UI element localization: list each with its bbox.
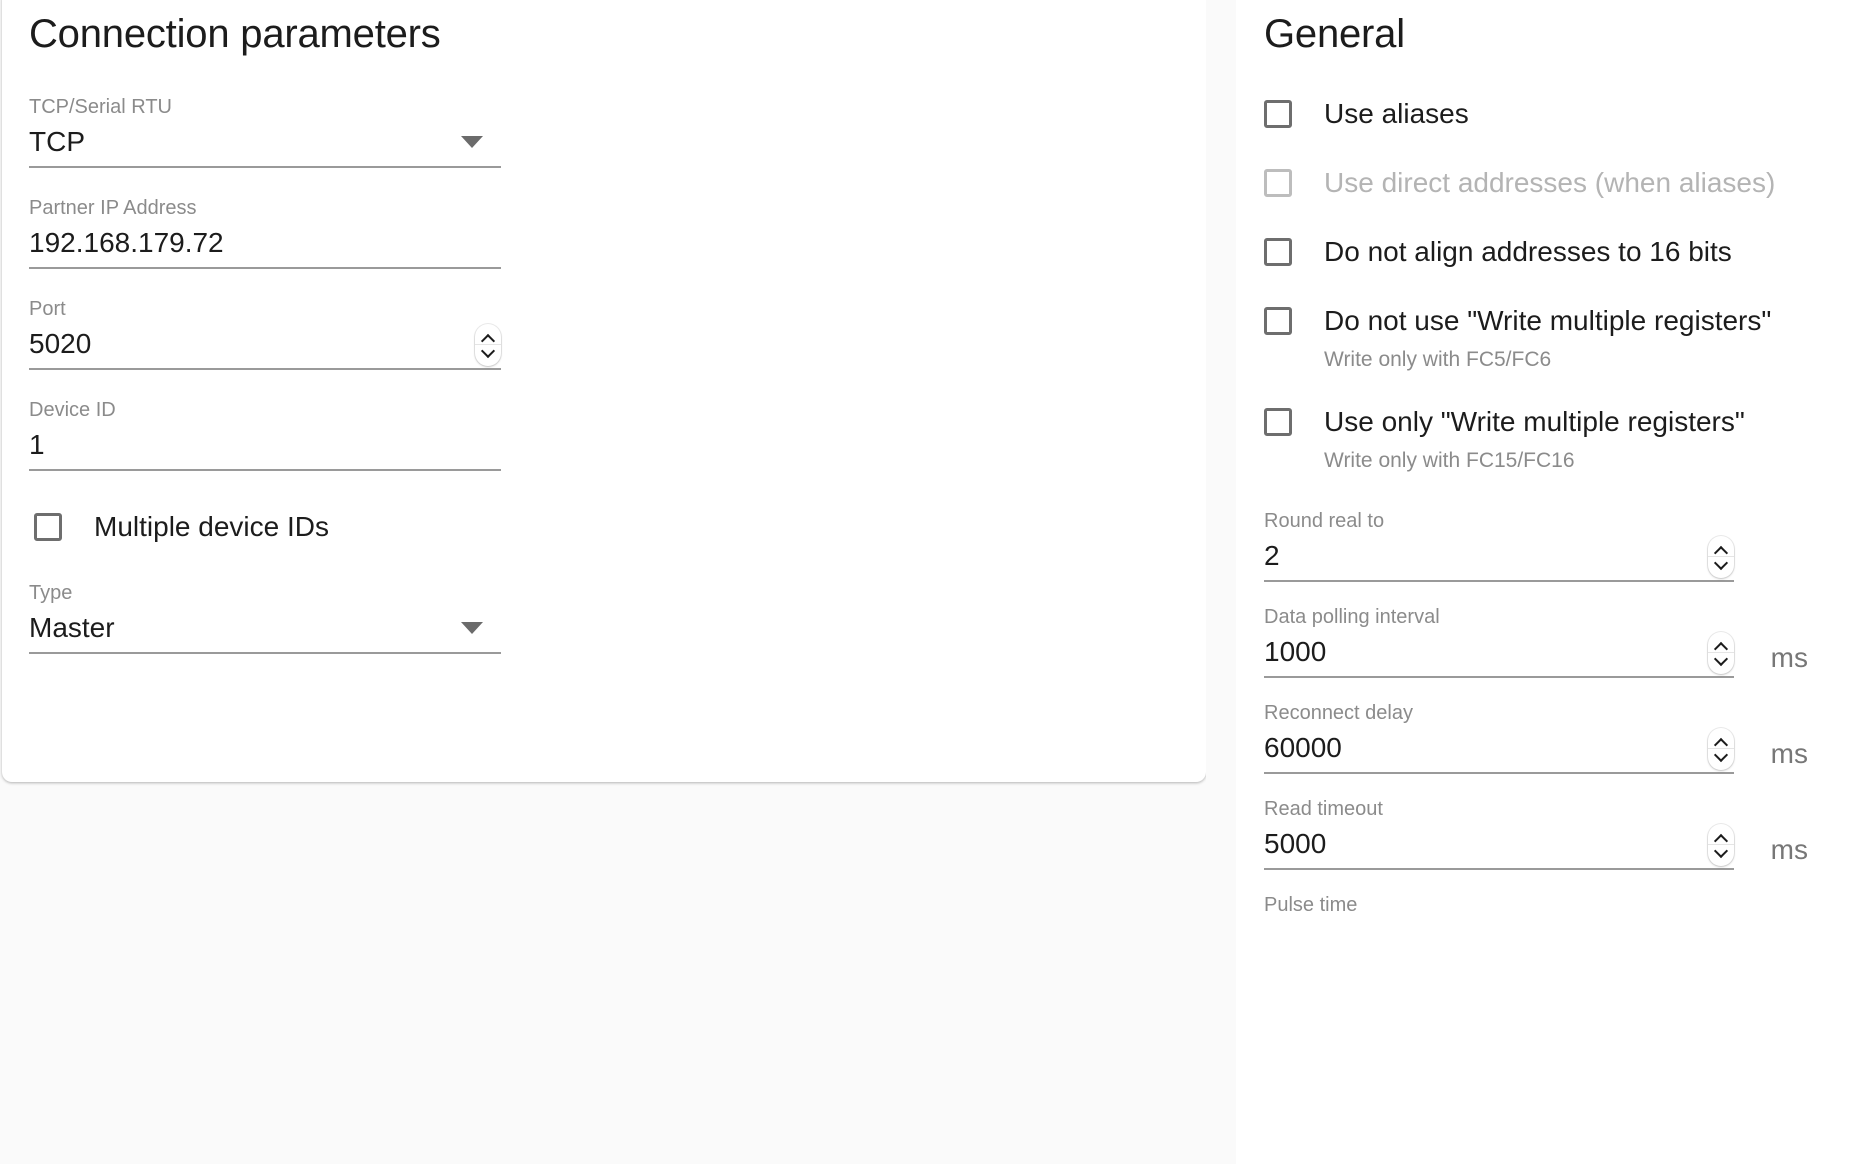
field-label-reconnect-delay: Reconnect delay	[1264, 702, 1413, 725]
field-label-data-polling-interval: Data polling interval	[1264, 606, 1440, 629]
chevron-up-icon[interactable]	[481, 334, 495, 343]
unit-read-timeout: ms	[1770, 834, 1808, 866]
field-round-real-to[interactable]: Round real to 2	[1264, 509, 1734, 583]
chevron-down-icon[interactable]	[461, 622, 483, 634]
chevron-down-icon[interactable]	[1714, 654, 1728, 663]
input-data-polling-interval[interactable]: 1000	[1264, 631, 1734, 679]
input-value-port: 5020	[29, 330, 92, 359]
input-value-read-timeout: 5000	[1264, 830, 1327, 860]
input-value-round-real-to: 2	[1264, 542, 1280, 572]
chevron-up-icon[interactable]	[1714, 834, 1728, 843]
panel-divider	[1206, 0, 1236, 1164]
chevron-down-icon[interactable]	[1714, 846, 1728, 855]
input-read-timeout[interactable]: 5000	[1264, 823, 1734, 871]
field-type[interactable]: Type Master	[29, 581, 501, 654]
checkbox-label-do-not-use-write-multiple-registers: Do not use "Write multiple registers"	[1324, 305, 1772, 336]
checkbox-label-use-aliases: Use aliases	[1324, 98, 1469, 129]
unit-data-polling-interval: ms	[1770, 642, 1808, 674]
input-port[interactable]: 5020	[29, 323, 501, 370]
chevron-down-icon[interactable]	[1714, 558, 1728, 567]
page-title: Connection parameters	[29, 12, 441, 56]
field-label-pulse-time: Pulse time	[1264, 894, 1358, 917]
select-value-type: Master	[29, 614, 115, 643]
field-port[interactable]: Port 5020	[29, 297, 501, 370]
round-real-to-stepper[interactable]	[1708, 535, 1734, 578]
field-label-partner-ip-address: Partner IP Address	[29, 197, 197, 219]
field-data-polling-interval[interactable]: Data polling interval 1000 ms	[1264, 605, 1808, 679]
input-device-id[interactable]: 1	[29, 425, 501, 471]
checkbox-hint-do-not-use-write-multiple-registers: Write only with FC5/FC6	[1324, 348, 1552, 371]
field-tcp-serial-rtu[interactable]: TCP/Serial RTU TCP	[29, 95, 501, 168]
input-value-data-polling-interval: 1000	[1264, 638, 1327, 668]
input-value-partner-ip-address: 192.168.179.72	[29, 229, 224, 258]
checkbox-label-multiple-device-ids: Multiple device IDs	[94, 511, 329, 542]
field-label-read-timeout: Read timeout	[1264, 798, 1383, 821]
connection-parameters-card: Connection parameters TCP/Serial RTU TCP…	[2, 0, 1206, 782]
field-reconnect-delay[interactable]: Reconnect delay 60000 ms	[1264, 701, 1808, 775]
input-value-reconnect-delay: 60000	[1264, 734, 1342, 764]
connection-parameters-content: Connection parameters TCP/Serial RTU TCP…	[29, 0, 1179, 654]
reconnect-delay-stepper[interactable]	[1708, 727, 1734, 770]
field-device-id[interactable]: Device ID 1	[29, 398, 501, 471]
chevron-down-icon[interactable]	[461, 136, 483, 148]
field-pulse-time[interactable]: Pulse time	[1264, 893, 1734, 920]
checkbox-multiple-device-ids[interactable]: Multiple device IDs	[29, 513, 1179, 541]
field-label-type: Type	[29, 582, 73, 604]
chevron-down-icon[interactable]	[1714, 750, 1728, 759]
checkbox-label-do-not-align-addresses: Do not align addresses to 16 bits	[1324, 236, 1732, 267]
select-tcp-serial-rtu[interactable]: TCP	[29, 122, 501, 168]
checkbox-hint-use-only-write-multiple-registers: Write only with FC15/FC16	[1324, 449, 1575, 473]
settings-screen: Connection parameters TCP/Serial RTU TCP…	[0, 0, 1868, 1164]
checkbox-do-not-align-addresses[interactable]: Do not align addresses to 16 bits	[1264, 238, 1864, 266]
field-partner-ip-address[interactable]: Partner IP Address 192.168.179.72	[29, 196, 501, 269]
input-partner-ip-address[interactable]: 192.168.179.72	[29, 223, 501, 269]
unit-reconnect-delay: ms	[1770, 738, 1808, 770]
checkbox-use-aliases[interactable]: Use aliases	[1264, 100, 1864, 128]
checkbox-box-multiple-device-ids[interactable]	[34, 513, 62, 541]
chevron-up-icon[interactable]	[1714, 642, 1728, 651]
general-settings-panel: General Use aliases Use direct addresses…	[1236, 0, 1868, 1164]
field-read-timeout[interactable]: Read timeout 5000 ms	[1264, 797, 1808, 871]
port-stepper[interactable]	[475, 323, 501, 366]
chevron-up-icon[interactable]	[1714, 738, 1728, 747]
field-label-round-real-to: Round real to	[1264, 510, 1385, 533]
field-label-device-id: Device ID	[29, 399, 116, 421]
read-timeout-stepper[interactable]	[1708, 823, 1734, 866]
input-reconnect-delay[interactable]: 60000	[1264, 727, 1734, 775]
checkbox-box-use-only-write-multiple-registers[interactable]	[1264, 408, 1292, 437]
field-label-port: Port	[29, 298, 66, 320]
select-type[interactable]: Master	[29, 608, 501, 654]
checkbox-label-use-only-write-multiple-registers: Use only "Write multiple registers"	[1324, 406, 1745, 438]
checkbox-use-direct-addresses: Use direct addresses (when aliases)	[1264, 169, 1864, 197]
input-round-real-to[interactable]: 2	[1264, 535, 1734, 583]
general-settings-content: General Use aliases Use direct addresses…	[1264, 0, 1864, 920]
data-polling-interval-stepper[interactable]	[1708, 631, 1734, 674]
checkbox-label-use-direct-addresses: Use direct addresses (when aliases)	[1324, 167, 1776, 198]
checkbox-do-not-use-write-multiple-registers[interactable]: Do not use "Write multiple registers" Wr…	[1264, 307, 1864, 372]
checkbox-box-use-direct-addresses	[1264, 169, 1292, 197]
checkbox-use-only-write-multiple-registers[interactable]: Use only "Write multiple registers" Writ…	[1264, 408, 1864, 473]
select-value-tcp-serial-rtu: TCP	[29, 128, 85, 157]
input-value-device-id: 1	[29, 431, 45, 460]
checkbox-box-do-not-align-addresses[interactable]	[1264, 238, 1292, 266]
checkbox-box-use-aliases[interactable]	[1264, 100, 1292, 128]
chevron-up-icon[interactable]	[1714, 546, 1728, 555]
field-label-tcp-serial-rtu: TCP/Serial RTU	[29, 96, 172, 118]
checkbox-box-do-not-use-write-multiple-registers[interactable]	[1264, 307, 1292, 335]
general-title: General	[1264, 12, 1405, 56]
chevron-down-icon[interactable]	[481, 346, 495, 355]
